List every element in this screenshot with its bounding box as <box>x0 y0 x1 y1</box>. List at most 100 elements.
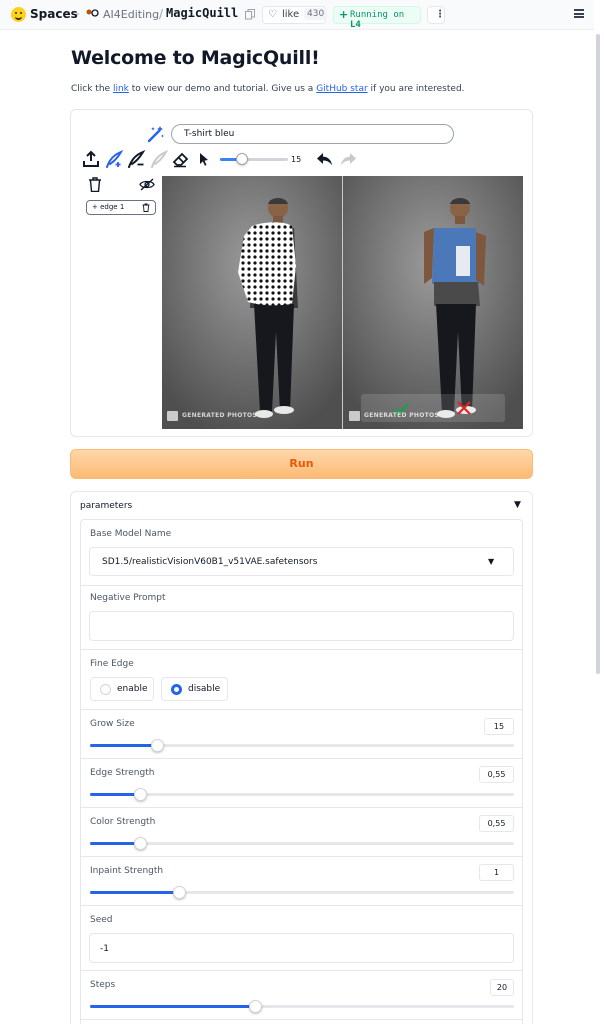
spaces-link[interactable]: Spaces <box>30 7 78 21</box>
inpaint-strength-number[interactable]: 1 <box>479 864 514 881</box>
like-label: like <box>282 9 300 20</box>
edge-layer-label: + edge 1 <box>92 203 125 211</box>
result-photo <box>343 176 523 429</box>
radio-dot-enable <box>100 684 111 695</box>
like-button[interactable]: ♡ like 430 <box>262 6 328 24</box>
grow-size-number[interactable]: 15 <box>484 718 514 735</box>
edge-strength-number[interactable]: 0,55 <box>479 766 514 783</box>
steps-number[interactable]: 20 <box>490 979 514 996</box>
color-strength-label: Color Strength <box>90 817 156 827</box>
inpaint-strength-fill <box>90 891 180 894</box>
upload-icon[interactable] <box>82 150 100 168</box>
breadcrumb-separator: · <box>76 7 80 21</box>
copy-icon[interactable] <box>245 9 255 20</box>
magic-wand-icon[interactable] <box>147 125 165 143</box>
watermark-right: GENERATED PHOTOS <box>364 412 440 419</box>
seed-input[interactable]: -1 <box>89 933 514 963</box>
redo-icon[interactable] <box>339 150 357 168</box>
org-link[interactable]: AI4Editing <box>103 8 159 21</box>
hugging-face-logo-icon[interactable] <box>11 7 26 22</box>
divider <box>81 649 522 650</box>
repo-name[interactable]: MagicQuill <box>166 6 238 20</box>
page-title: Welcome to MagicQuill! <box>71 47 320 69</box>
trash-icon[interactable] <box>88 177 102 192</box>
fine-edge-enable-label: enable <box>117 684 148 694</box>
divider <box>81 905 522 906</box>
fine-edge-label: Fine Edge <box>90 659 134 669</box>
run-button[interactable]: Run <box>70 449 533 479</box>
delete-layer-icon[interactable] <box>142 203 150 212</box>
steps-handle[interactable] <box>248 1000 262 1013</box>
like-count: 430 <box>304 8 328 20</box>
watermark-left: GENERATED PHOTOS <box>182 412 258 419</box>
color-brush-icon[interactable] <box>150 150 168 168</box>
subtitle-text: Click the <box>71 84 113 94</box>
running-status-badge[interactable]: + Running on L4 <box>333 6 421 30</box>
github-star-link[interactable]: GitHub star <box>316 84 367 94</box>
steps-slider[interactable] <box>90 1005 514 1008</box>
eye-off-icon[interactable] <box>139 178 155 191</box>
color-strength-fill <box>90 842 141 845</box>
run-button-label: Run <box>289 457 314 470</box>
tutorial-link[interactable]: link <box>113 84 129 94</box>
base-model-dropdown[interactable]: SD1.5/realisticVisionV60B1_v51VAE.safete… <box>89 547 514 576</box>
org-avatar-icon <box>86 9 99 17</box>
grow-size-label: Grow Size <box>90 719 135 729</box>
divider <box>81 1019 522 1020</box>
hamburger-menu-icon[interactable] <box>574 9 584 18</box>
color-strength-number[interactable]: 0,55 <box>479 815 514 832</box>
base-model-value: SD1.5/realisticVisionV60B1_v51VAE.safete… <box>102 557 318 567</box>
radio-dot-disable <box>171 684 182 695</box>
status-plus-icon: + <box>339 8 349 21</box>
subtract-brush-icon[interactable] <box>127 150 145 168</box>
divider <box>81 970 522 971</box>
prompt-input-value: T-shirt bleu <box>184 129 235 139</box>
divider <box>81 585 522 586</box>
fine-edge-disable-radio[interactable]: disable <box>161 677 228 701</box>
heart-icon: ♡ <box>268 9 277 20</box>
inpaint-strength-handle[interactable] <box>172 886 186 899</box>
pointer-icon[interactable] <box>195 150 213 168</box>
collapse-caret-icon[interactable]: ▼ <box>514 500 521 510</box>
edge-strength-fill <box>90 793 141 796</box>
subtitle-text-3: if you are interested. <box>367 84 465 94</box>
canvas-divider <box>342 176 343 429</box>
color-strength-slider[interactable] <box>90 842 514 845</box>
watermark-logo-left <box>167 411 178 421</box>
inpaint-strength-slider[interactable] <box>90 891 514 894</box>
brush-mask-overlay <box>238 222 296 306</box>
brush-size-slider[interactable] <box>220 158 288 161</box>
edge-strength-label: Edge Strength <box>90 768 155 778</box>
edge-strength-slider[interactable] <box>90 793 514 796</box>
subtitle-text-2: to view our demo and tutorial. Give us a <box>128 84 317 94</box>
dropdown-caret-icon: ▼ <box>488 557 495 566</box>
steps-label: Steps <box>90 980 116 990</box>
status-label: Running on <box>350 10 405 20</box>
more-vertical-icon: ⋮ <box>435 9 445 20</box>
breadcrumb-slash: / <box>159 7 164 21</box>
top-bar: Spaces · AI4Editing / MagicQuill ♡ like … <box>0 0 594 30</box>
undo-icon[interactable] <box>316 150 334 168</box>
image-canvas[interactable]: GENERATED PHOTOS GENERATED PHOTOS <box>162 176 523 429</box>
page-scrollbar[interactable] <box>596 34 600 674</box>
divider <box>81 856 522 857</box>
brush-size-handle[interactable] <box>236 153 248 165</box>
eraser-icon[interactable] <box>172 150 190 168</box>
parameters-title[interactable]: parameters <box>80 501 132 511</box>
prompt-input[interactable]: T-shirt bleu <box>171 124 454 144</box>
brush-size-value: 15 <box>291 155 302 164</box>
divider <box>81 758 522 759</box>
hardware-label: L4 <box>350 20 361 30</box>
seed-value: -1 <box>100 944 109 954</box>
seed-label: Seed <box>90 915 113 925</box>
negative-prompt-input[interactable] <box>89 611 514 641</box>
inpaint-strength-label: Inpaint Strength <box>90 866 164 876</box>
edge-layer-chip[interactable]: + edge 1 <box>86 200 156 215</box>
add-brush-icon[interactable] <box>105 150 123 168</box>
more-options-button[interactable]: ⋮ <box>427 6 445 24</box>
base-model-label: Base Model Name <box>90 529 172 539</box>
fine-edge-enable-radio[interactable]: enable <box>90 677 154 701</box>
fine-edge-disable-label: disable <box>188 684 221 694</box>
canvas-images <box>162 176 523 429</box>
page-subtitle: Click the link to view our demo and tuto… <box>71 84 465 94</box>
